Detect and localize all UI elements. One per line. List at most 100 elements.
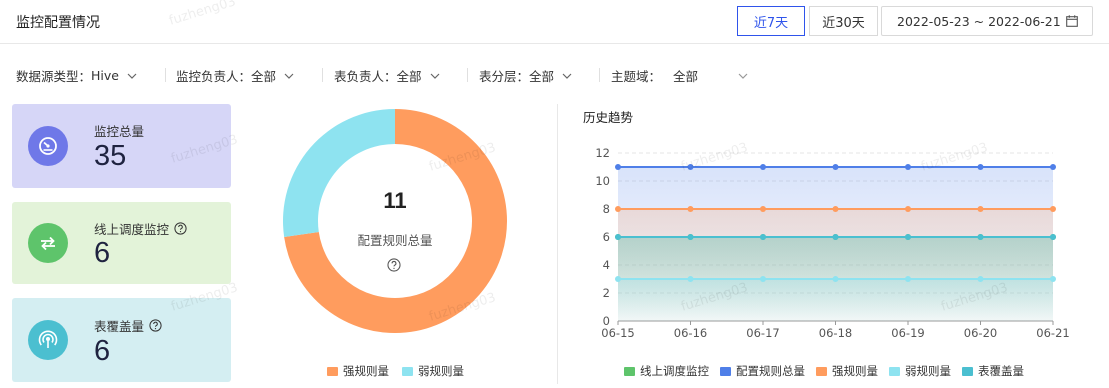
legend-item-strong[interactable]: 强规则量 — [327, 363, 389, 379]
x-tick-label: 06-15 — [601, 326, 634, 340]
filter-value: 全部 — [396, 69, 422, 84]
filter-divider — [322, 68, 323, 82]
legend-label: 强规则量 — [343, 364, 389, 378]
legend-label: 弱规则量 — [905, 364, 951, 378]
date-range-picker[interactable]: 2022-05-23 ~ 2022-06-21 — [881, 6, 1093, 36]
stat-card-table-coverage: 表覆盖量 6 — [12, 298, 231, 382]
chevron-down-icon — [430, 73, 439, 79]
data-point[interactable] — [760, 234, 766, 240]
data-point[interactable] — [1050, 164, 1056, 170]
stat-card-monitor-total: 监控总量 35 — [12, 104, 231, 188]
rule-donut-chart — [283, 109, 507, 333]
data-point[interactable] — [977, 164, 984, 170]
stat-label: 表覆盖量 — [94, 319, 145, 334]
gauge-icon — [28, 126, 68, 166]
filter-subject-domain[interactable]: 主题域： 全部 — [611, 66, 748, 85]
stat-value: 35 — [94, 140, 127, 172]
range-30-days-button[interactable]: 近30天 — [809, 6, 878, 36]
data-point[interactable] — [687, 276, 694, 282]
trend-title: 历史趋势 — [583, 110, 634, 125]
data-point[interactable] — [615, 276, 621, 282]
data-point[interactable] — [905, 164, 911, 170]
chevron-down-icon — [284, 73, 294, 79]
donut-legend: 强规则量 弱规则量 — [327, 363, 477, 379]
data-point[interactable] — [687, 234, 694, 240]
filter-table-layer[interactable]: 表分层： 全部 — [479, 66, 572, 85]
help-icon[interactable] — [387, 257, 401, 276]
data-point[interactable] — [977, 234, 984, 240]
stat-label: 线上调度监控 — [94, 222, 170, 237]
legend-label: 强规则量 — [832, 364, 878, 378]
legend-label: 表覆盖量 — [978, 364, 1024, 378]
data-point[interactable] — [760, 206, 766, 212]
data-point[interactable] — [832, 206, 839, 212]
trend-legend: 线上调度监控 配置规则总量 强规则量 弱规则量 表覆盖量 — [624, 363, 1035, 379]
filter-label: 主题域： — [611, 69, 662, 84]
legend-swatch — [962, 366, 973, 376]
legend-item[interactable]: 线上调度监控 — [624, 363, 709, 379]
data-point[interactable] — [615, 206, 621, 212]
range-7-days-button[interactable]: 近7天 — [737, 6, 805, 36]
filter-value: 全部 — [673, 69, 699, 84]
y-tick-label: 12 — [595, 146, 610, 160]
data-point[interactable] — [977, 206, 984, 212]
x-tick-label: 06-20 — [964, 326, 997, 340]
data-point[interactable] — [687, 164, 694, 170]
history-trend-chart: 02468101206-15 06-16 06-17 06-18 06-19 06-20 0… — [595, 146, 1069, 340]
legend-item[interactable]: 弱规则量 — [889, 363, 951, 379]
legend-swatch — [624, 366, 635, 376]
donut-slice-weak[interactable] — [283, 109, 395, 237]
filter-value: 全部 — [529, 69, 555, 84]
data-point[interactable] — [760, 276, 766, 282]
donut-total-value: 11 — [383, 188, 407, 213]
data-point[interactable] — [832, 276, 839, 282]
x-tick-label: 06-21 — [1036, 326, 1069, 340]
stat-label-row: 表覆盖量 — [94, 316, 162, 335]
data-point[interactable] — [832, 234, 839, 240]
filter-table-owner[interactable]: 表负责人： 全部 — [334, 66, 440, 85]
help-icon[interactable] — [149, 319, 162, 332]
legend-item[interactable]: 强规则量 — [816, 363, 878, 379]
legend-swatch — [816, 366, 827, 376]
data-point[interactable] — [1050, 276, 1056, 282]
data-point[interactable] — [760, 164, 766, 170]
data-point[interactable] — [905, 206, 911, 212]
donut-total-label: 配置规则总量 — [357, 233, 433, 248]
legend-swatch — [889, 366, 900, 376]
data-point[interactable] — [615, 164, 621, 170]
x-tick-label: 06-19 — [891, 326, 924, 340]
y-tick-label: 6 — [603, 230, 610, 244]
legend-label: 线上调度监控 — [640, 364, 709, 378]
filter-divider — [599, 68, 600, 82]
page-title: 监控配置情况 — [16, 15, 100, 31]
data-point[interactable] — [905, 234, 911, 240]
y-tick-label: 2 — [603, 286, 610, 300]
data-point[interactable] — [1050, 206, 1056, 212]
legend-item[interactable]: 配置规则总量 — [720, 363, 805, 379]
data-point[interactable] — [905, 276, 911, 282]
filter-monitor-owner[interactable]: 监控负责人： 全部 — [176, 66, 294, 85]
help-icon[interactable] — [174, 222, 187, 235]
filter-divider — [165, 68, 166, 82]
data-point[interactable] — [687, 206, 694, 212]
legend-item[interactable]: 表覆盖量 — [962, 363, 1024, 379]
x-tick-label: 06-16 — [674, 326, 707, 340]
stat-card-online-schedule: 线上调度监控 6 — [12, 202, 231, 284]
chevron-down-icon — [738, 73, 748, 79]
data-point[interactable] — [615, 234, 621, 240]
filter-value: Hive — [91, 68, 119, 83]
data-point[interactable] — [1050, 234, 1056, 240]
legend-swatch — [327, 366, 338, 376]
chevron-down-icon — [562, 73, 572, 79]
legend-item-weak[interactable]: 弱规则量 — [402, 363, 464, 379]
data-point[interactable] — [977, 276, 984, 282]
filter-datasource-type[interactable]: 数据源类型： Hive — [16, 66, 137, 85]
legend-label: 弱规则量 — [418, 364, 464, 378]
page-header: 监控配置情况 近7天 近30天 2022-05-23 ~ 2022-06-21 — [0, 0, 1109, 44]
filter-label: 表负责人： — [334, 69, 397, 84]
filter-divider — [467, 68, 468, 82]
legend-label: 配置规则总量 — [736, 364, 805, 378]
broadcast-icon — [28, 320, 68, 360]
data-point[interactable] — [832, 164, 839, 170]
section-divider — [557, 104, 558, 384]
